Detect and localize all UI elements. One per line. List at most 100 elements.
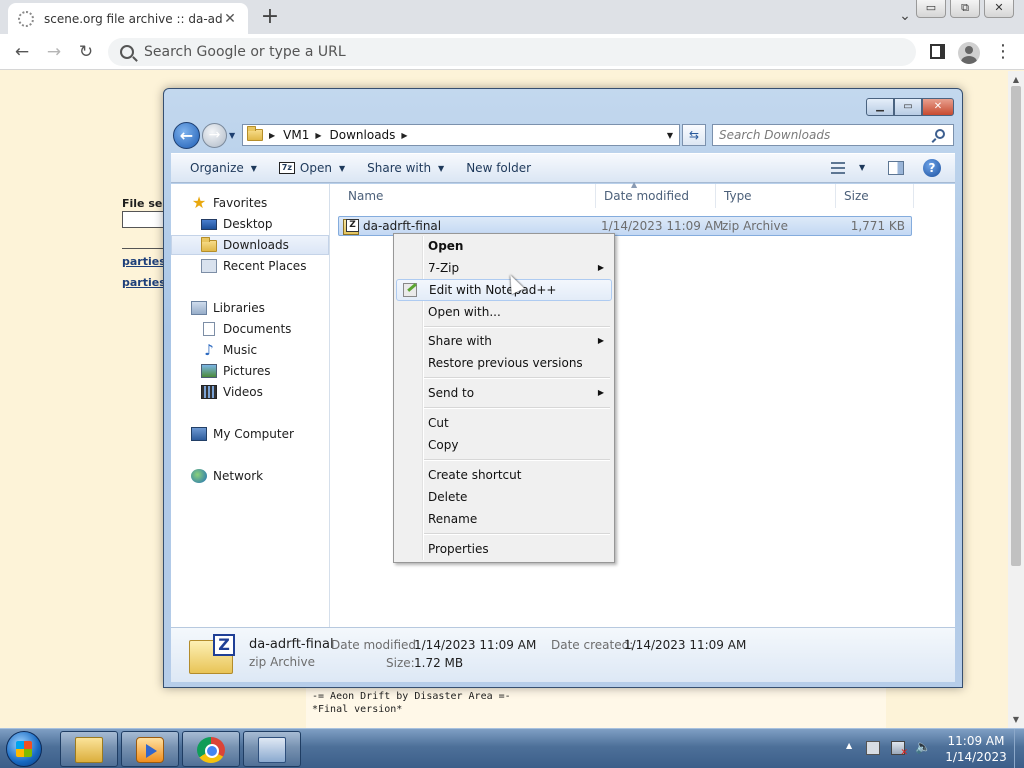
- system-clock[interactable]: 11:09 AM 1/14/2023: [938, 733, 1014, 765]
- refresh-icon[interactable]: ⇆: [682, 124, 706, 146]
- chevron-down-icon[interactable]: ▼: [859, 163, 865, 172]
- sidebar-item-favorites[interactable]: ★ Favorites: [171, 193, 329, 213]
- column-header-type[interactable]: Type: [716, 184, 836, 208]
- menu-item-open-with[interactable]: Open with...: [396, 301, 612, 323]
- sidebar-item-videos[interactable]: Videos: [171, 382, 329, 402]
- menu-item-properties[interactable]: Properties: [396, 538, 612, 560]
- explorer-maximize-button[interactable]: ▭: [894, 98, 922, 116]
- sidebar-item-my-computer[interactable]: My Computer: [171, 424, 329, 444]
- 7zip-icon: 7z: [278, 162, 295, 174]
- taskbar-media-player-button[interactable]: [121, 731, 179, 767]
- taskbar-explorer-button[interactable]: [60, 731, 118, 767]
- restore-button[interactable]: ⧉: [950, 0, 980, 18]
- explorer-back-button[interactable]: ←: [173, 122, 200, 149]
- start-button[interactable]: [6, 731, 42, 767]
- minimize-button[interactable]: ▭: [916, 0, 946, 18]
- breadcrumb-vm1[interactable]: VM1: [283, 128, 309, 142]
- omnibox-input[interactable]: [144, 44, 844, 60]
- size-value: 1.72 MB: [414, 656, 464, 670]
- address-history-dropdown-icon[interactable]: ▼: [667, 131, 673, 140]
- explorer-forward-button[interactable]: →: [202, 123, 227, 148]
- breadcrumb-downloads[interactable]: Downloads: [330, 128, 396, 142]
- explorer-minimize-button[interactable]: ▁: [866, 98, 894, 116]
- menu-item-share-with[interactable]: Share with ▶: [396, 330, 612, 352]
- tab-search-chevron-icon[interactable]: ⌄: [896, 8, 914, 24]
- scroll-down-icon[interactable]: ▼: [1008, 715, 1024, 724]
- scroll-up-icon[interactable]: ▲: [1008, 75, 1024, 84]
- menu-item-restore-previous-versions[interactable]: Restore previous versions: [396, 352, 612, 374]
- reload-icon[interactable]: ↻: [74, 41, 98, 63]
- organize-label: Organize: [190, 161, 244, 175]
- column-header-size[interactable]: Size: [836, 184, 914, 208]
- show-hidden-icons-icon[interactable]: ▲: [846, 741, 852, 750]
- close-window-button[interactable]: ✕: [984, 0, 1014, 18]
- videos-icon: [201, 385, 217, 399]
- explorer-close-button[interactable]: ✕: [922, 98, 954, 116]
- sidebar-item-downloads[interactable]: Downloads: [171, 235, 329, 255]
- breadcrumb-separator-icon[interactable]: ▶: [401, 131, 407, 140]
- recent-pages-dropdown-icon[interactable]: ▼: [229, 131, 235, 140]
- volume-icon[interactable]: 🔈: [915, 741, 931, 755]
- parties-link[interactable]: parties: [122, 255, 166, 268]
- menu-item-rename[interactable]: Rename: [396, 508, 612, 530]
- sidebar-item-label: Desktop: [223, 217, 273, 231]
- menu-item-open[interactable]: Open: [396, 235, 612, 257]
- menu-item-cut[interactable]: Cut: [396, 412, 612, 434]
- taskbar-control-panel-button[interactable]: [243, 731, 301, 767]
- menu-item-delete[interactable]: Delete: [396, 486, 612, 508]
- sidebar-item-desktop[interactable]: Desktop: [171, 214, 329, 234]
- forward-arrow-icon[interactable]: →: [42, 41, 66, 63]
- new-folder-button[interactable]: New folder: [455, 154, 542, 182]
- address-bar[interactable]: ▶ VM1 ▶ Downloads ▶ ▼: [242, 124, 680, 146]
- new-folder-label: New folder: [466, 161, 532, 175]
- sidebar-item-pictures[interactable]: Pictures: [171, 361, 329, 381]
- organize-button[interactable]: Organize ▼: [179, 154, 268, 182]
- breadcrumb-separator-icon[interactable]: ▶: [315, 131, 321, 140]
- menu-item-edit-with-notepad[interactable]: Edit with Notepad++: [396, 279, 612, 301]
- network-icon: [191, 469, 207, 483]
- page-scrollbar[interactable]: ▲ ▼: [1008, 71, 1024, 728]
- search-downloads-input[interactable]: [713, 125, 923, 145]
- menu-item-copy[interactable]: Copy: [396, 434, 612, 456]
- share-with-button[interactable]: Share with ▼: [356, 154, 455, 182]
- menu-item-7zip[interactable]: 7-Zip ▶: [396, 257, 612, 279]
- browser-tab[interactable]: scene.org file archive :: da-adrft-final…: [8, 3, 248, 34]
- profile-avatar-icon[interactable]: [958, 42, 980, 64]
- sidebar-item-documents[interactable]: Documents: [171, 319, 329, 339]
- new-tab-button[interactable]: +: [258, 4, 282, 29]
- taskbar-chrome-button[interactable]: [182, 731, 240, 767]
- sidebar-item-music[interactable]: ♪ Music: [171, 340, 329, 360]
- sidebar-item-label: Pictures: [223, 364, 271, 378]
- menu-item-send-to[interactable]: Send to ▶: [396, 382, 612, 404]
- browser-menu-icon[interactable]: ⋮: [994, 41, 1012, 62]
- file-date-modified: 1/14/2023 11:09 AM: [601, 219, 724, 233]
- menu-item-create-shortcut[interactable]: Create shortcut: [396, 464, 612, 486]
- breadcrumb-separator-icon[interactable]: ▶: [269, 131, 275, 140]
- parties-link[interactable]: parties: [122, 276, 166, 289]
- column-header-date-modified[interactable]: Date modified: [596, 184, 716, 208]
- preview-pane-icon[interactable]: [888, 161, 904, 175]
- sidebar-item-label: Favorites: [213, 196, 268, 210]
- action-center-flag-icon[interactable]: [866, 741, 880, 755]
- search-box[interactable]: [712, 124, 954, 146]
- column-header-name[interactable]: Name: [340, 184, 596, 208]
- site-favicon-icon: [18, 10, 34, 27]
- zip-file-icon: [343, 219, 359, 235]
- tab-close-icon[interactable]: ✕: [222, 11, 238, 27]
- omnibox[interactable]: [108, 38, 916, 66]
- show-desktop-button[interactable]: [1014, 729, 1024, 768]
- side-panel-icon[interactable]: [930, 44, 945, 59]
- sidebar-item-libraries[interactable]: Libraries: [171, 298, 329, 318]
- scroll-thumb[interactable]: [1011, 86, 1021, 566]
- menu-item-label: Send to: [428, 386, 475, 400]
- view-options-icon[interactable]: [831, 162, 845, 174]
- search-icon[interactable]: [935, 129, 945, 139]
- open-button[interactable]: 7z Open ▼: [268, 154, 356, 182]
- sidebar-item-network[interactable]: Network: [171, 466, 329, 486]
- help-icon[interactable]: ?: [923, 159, 941, 177]
- sidebar-item-recent-places[interactable]: Recent Places: [171, 256, 329, 276]
- back-arrow-icon[interactable]: ←: [10, 41, 34, 63]
- network-status-icon[interactable]: [891, 741, 908, 758]
- documents-icon: [203, 322, 215, 336]
- date-created-label: Date created:: [551, 638, 634, 652]
